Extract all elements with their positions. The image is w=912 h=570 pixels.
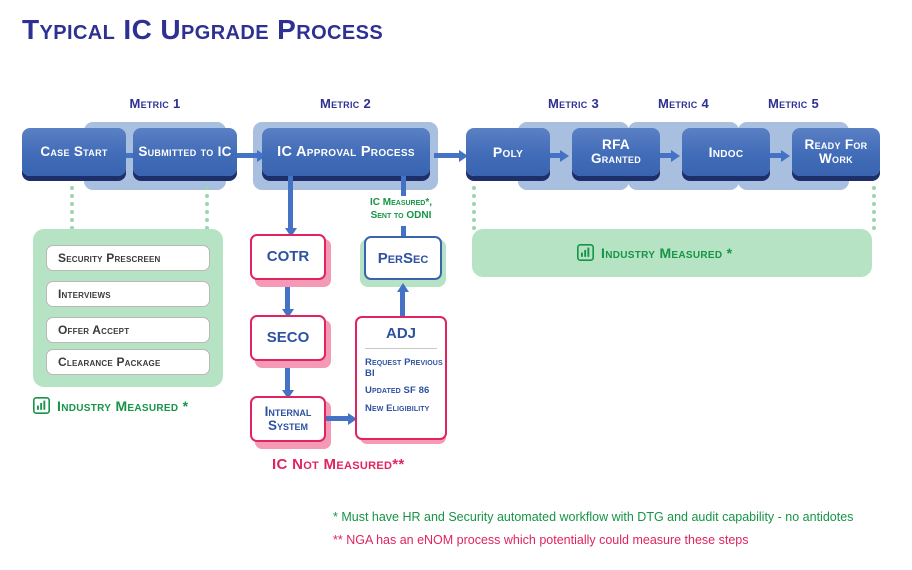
metric-label-2: Metric 2 [319, 96, 372, 111]
line-approval-to-odni-note [401, 176, 406, 196]
box-seco-label: SECO [266, 329, 310, 347]
flow-box-ic-approval-process[interactable]: IC Approval Process [262, 128, 430, 176]
flow-box-submitted-to-ic-label: Submitted to IC [138, 144, 232, 160]
adj-item-updated-sf86[interactable]: Updated SF 86 [357, 382, 445, 399]
left-industry-measured-tag: Industry Measured * [33, 397, 188, 414]
adj-item-request-previous-bi[interactable]: Request Previous BI [357, 354, 445, 382]
box-internal-system[interactable]: Internal System [250, 396, 326, 442]
arrow-seco-to-internal-system [285, 368, 290, 390]
metric-label-4: Metric 4 [657, 96, 710, 111]
sub-box-offer-accept-label: Offer Accept [58, 323, 130, 337]
left-industry-measured-label: Industry Measured * [57, 397, 189, 414]
arrow-indoc-to-ready [769, 153, 781, 158]
box-adj[interactable]: ADJ Request Previous BI Updated SF 86 Ne… [355, 316, 447, 440]
adj-item-new-eligibility[interactable]: New Eligibility [357, 400, 445, 417]
flow-box-case-start[interactable]: Case Start [22, 128, 126, 176]
metric-label-5: Metric 5 [767, 96, 820, 111]
arrow-cotr-to-seco [285, 287, 290, 309]
flow-box-rfa-granted[interactable]: RFA Granted [572, 128, 660, 176]
ic-measured-odni-note: IC Measured*, Sent to ODNI [330, 197, 472, 222]
sub-box-interviews[interactable]: Interviews [46, 281, 210, 307]
green-connector-left-start [70, 186, 74, 230]
sub-box-interviews-label: Interviews [58, 287, 111, 301]
flow-box-poly[interactable]: Poly [466, 128, 550, 176]
box-cotr-label: COTR [266, 248, 310, 266]
sub-box-offer-accept[interactable]: Offer Accept [46, 317, 210, 343]
sub-box-security-prescreen-label: Security Prescreen [58, 251, 161, 265]
flow-box-submitted-to-ic[interactable]: Submitted to IC [133, 128, 237, 176]
page-title: Typical IC Upgrade Process [22, 14, 384, 45]
green-connector-right-start [472, 186, 476, 230]
arrow-approval-to-cotr [288, 176, 293, 228]
right-industry-measured-tag: Industry Measured * [577, 244, 732, 261]
adj-divider [365, 348, 437, 349]
flow-box-rfa-granted-label: RFA Granted [590, 137, 642, 166]
right-industry-measured-label: Industry Measured * [601, 244, 733, 261]
ic-measured-odni-line1: IC Measured*, [369, 197, 432, 208]
bar-chart-icon [33, 397, 50, 414]
metric-label-1: Metric 1 [129, 96, 181, 111]
green-connector-right-end [872, 186, 876, 230]
sub-box-clearance-package-label: Clearance Package [58, 355, 161, 369]
box-seco[interactable]: SECO [250, 315, 326, 361]
arrow-approval-to-poly [434, 153, 459, 158]
box-cotr[interactable]: COTR [250, 234, 326, 280]
flow-box-indoc[interactable]: Indoc [682, 128, 770, 176]
box-internal-system-label: Internal System [264, 403, 312, 433]
green-connector-left-end [205, 186, 209, 230]
flow-box-ic-approval-process-label: IC Approval Process [277, 143, 415, 160]
arrow-submitted-to-approval [236, 153, 257, 158]
box-persec[interactable]: PerSec [364, 236, 442, 280]
diagram-canvas: Typical IC Upgrade Process Metric 1 Metr… [0, 0, 912, 570]
footnote-double-asterisk: ** NGA has an eNOM process which potenti… [333, 533, 749, 547]
metric-label-3: Metric 3 [547, 96, 600, 111]
arrow-adj-to-persec [400, 292, 405, 316]
flow-box-poly-label: Poly [492, 143, 524, 160]
sub-box-security-prescreen[interactable]: Security Prescreen [46, 245, 210, 271]
flow-box-ready-for-work[interactable]: Ready For Work [792, 128, 880, 176]
footnote-asterisk: * Must have HR and Security automated wo… [333, 510, 854, 524]
arrow-internal-system-to-adj [326, 416, 348, 421]
box-persec-label: PerSec [377, 249, 429, 267]
flow-box-case-start-label: Case Start [40, 144, 108, 160]
box-adj-title: ADJ [385, 325, 416, 342]
flow-box-ready-for-work-label: Ready For Work [804, 137, 868, 166]
arrow-rfa-to-indoc [659, 153, 671, 158]
ic-not-measured-tag: IC Not Measured** [272, 456, 405, 473]
bar-chart-icon [577, 244, 594, 261]
ic-measured-odni-line2: Sent to ODNI [370, 209, 432, 221]
sub-box-clearance-package[interactable]: Clearance Package [46, 349, 210, 375]
flow-box-indoc-label: Indoc [708, 143, 744, 160]
